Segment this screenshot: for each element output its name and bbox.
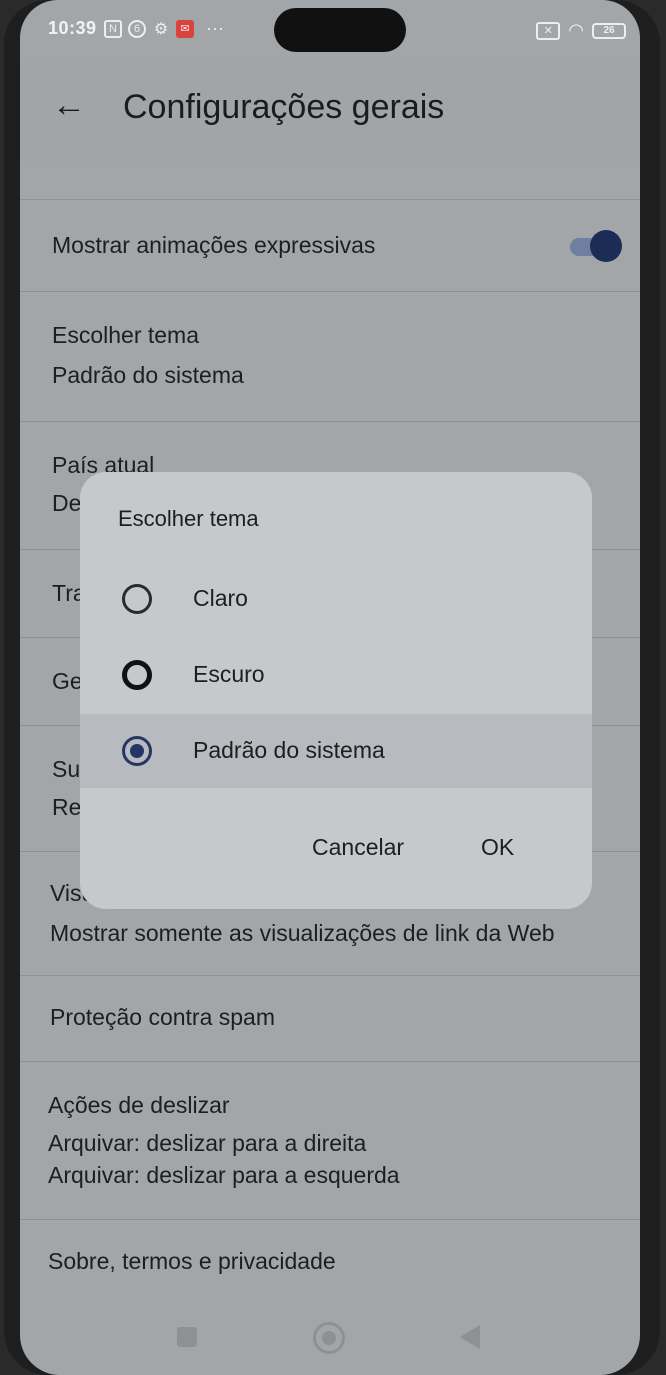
radio-selected-icon[interactable] xyxy=(122,736,152,766)
setting-expressive-animations[interactable]: Mostrar animações expressivas xyxy=(20,200,640,292)
setting-label: Proteção contra spam xyxy=(50,1004,276,1030)
setting-label: Escolher tema xyxy=(52,322,200,348)
setting-value: Arquivar: deslizar para a direita xyxy=(48,1130,367,1156)
setting-label: Mostrar animações expressivas xyxy=(52,232,376,258)
sync-icon: 6 xyxy=(128,19,146,38)
mail-app-icon: ✉ xyxy=(176,19,194,38)
dialog-title: Escolher tema xyxy=(118,506,259,531)
option-label: Escuro xyxy=(193,661,265,687)
camera-cutout xyxy=(274,8,406,52)
setting-swipe-actions[interactable]: Ações de deslizar Arquivar: deslizar par… xyxy=(20,1062,640,1220)
system-navigation-bar xyxy=(20,1305,640,1375)
status-time: 10:39 xyxy=(48,18,97,38)
back-arrow-icon[interactable]: ← xyxy=(52,86,86,125)
theme-option-light[interactable]: Claro xyxy=(80,562,592,636)
gear-icon: ⚙ xyxy=(153,20,169,38)
more-notifications-icon: ··· xyxy=(206,18,224,38)
phone-frame: 10:39 N 6 ⚙ ✉ ··· ✕ ◠ 26 ← Configurações… xyxy=(4,0,660,1375)
list-item-cutoff xyxy=(20,162,640,200)
setting-label: Su xyxy=(52,756,81,782)
wifi-icon: ◠ xyxy=(568,20,584,40)
page-title: Configurações gerais xyxy=(123,88,445,126)
setting-value: Mostrar somente as visualizações de link… xyxy=(50,920,555,946)
app-bar: ← Configurações gerais xyxy=(20,62,640,162)
radio-unselected-icon[interactable] xyxy=(122,584,152,614)
cancel-button[interactable]: Cancelar xyxy=(312,834,404,861)
theme-option-system-default[interactable]: Padrão do sistema xyxy=(80,714,592,788)
sim-icon: ✕ xyxy=(536,21,561,40)
nfc-icon: N xyxy=(104,19,122,38)
setting-value: Arquivar: deslizar para a esquerda xyxy=(48,1162,400,1188)
theme-dialog: Escolher tema Claro Escuro Padrão do sis… xyxy=(80,472,592,909)
back-icon[interactable] xyxy=(460,1325,480,1349)
theme-option-dark[interactable]: Escuro xyxy=(80,638,592,712)
status-system-icons: ✕ ◠ 26 xyxy=(536,20,626,41)
setting-value: De xyxy=(52,490,82,516)
home-icon[interactable] xyxy=(313,1322,345,1354)
setting-about[interactable]: Sobre, termos e privacidade xyxy=(20,1220,640,1306)
screen: 10:39 N 6 ⚙ ✉ ··· ✕ ◠ 26 ← Configurações… xyxy=(20,0,640,1375)
ok-button[interactable]: OK xyxy=(481,834,514,861)
setting-spam-protection[interactable]: Proteção contra spam xyxy=(20,976,640,1062)
toggle-knob xyxy=(590,230,622,262)
radio-unselected-icon[interactable] xyxy=(122,660,152,690)
status-notification-icons: N 6 ⚙ ✉ ··· xyxy=(104,18,224,39)
setting-theme[interactable]: Escolher tema Padrão do sistema xyxy=(20,292,640,422)
expressive-animations-toggle[interactable] xyxy=(570,230,622,262)
status-bar: 10:39 N 6 ⚙ ✉ ··· ✕ ◠ 26 xyxy=(20,0,640,62)
setting-value: Re xyxy=(52,794,82,820)
setting-label: Sobre, termos e privacidade xyxy=(48,1248,336,1274)
option-label: Padrão do sistema xyxy=(193,737,385,763)
recents-icon[interactable] xyxy=(177,1327,197,1347)
setting-value: Padrão do sistema xyxy=(52,362,244,388)
setting-label: Ações de deslizar xyxy=(48,1092,230,1118)
option-label: Claro xyxy=(193,585,248,611)
setting-label: Ge xyxy=(52,668,83,694)
battery-icon: 26 xyxy=(592,22,626,39)
